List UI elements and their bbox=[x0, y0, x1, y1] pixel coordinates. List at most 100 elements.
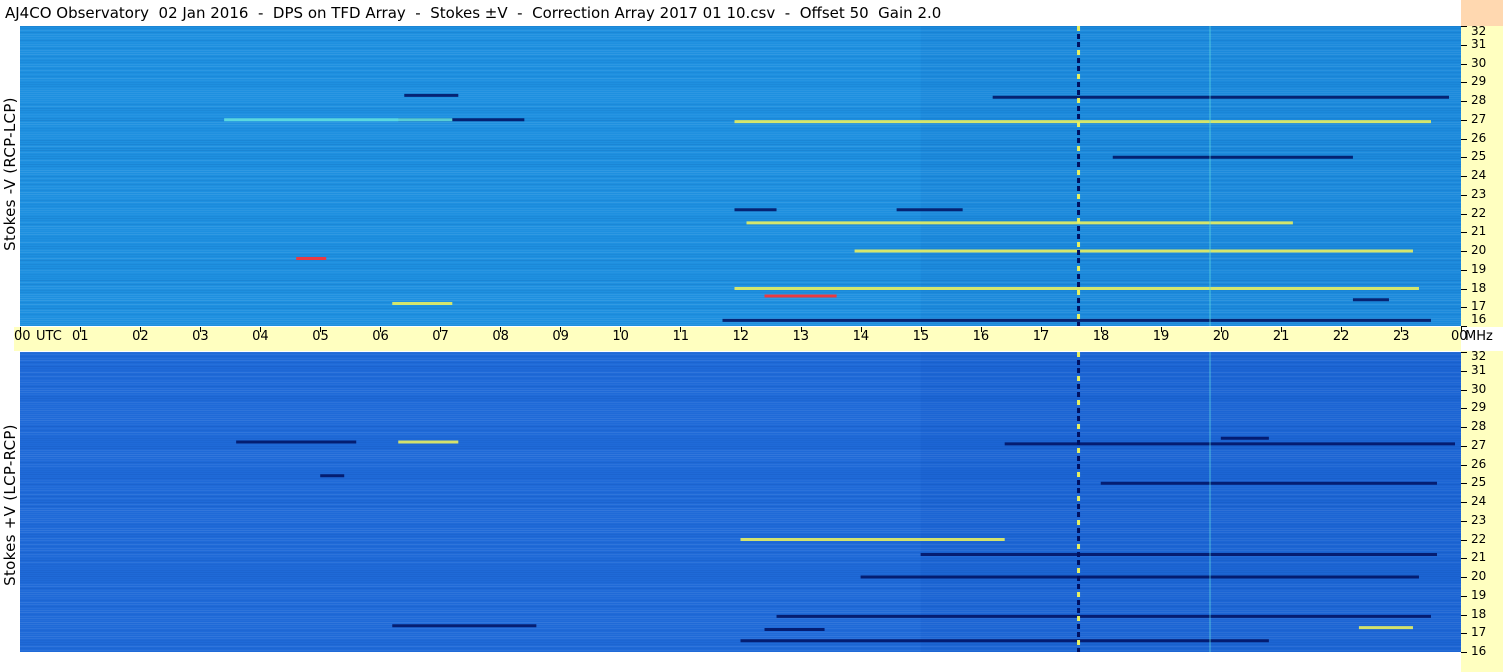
vertical-marker-dot bbox=[1077, 592, 1081, 597]
vertical-marker-dot bbox=[1077, 456, 1081, 461]
spectrogram-bottom bbox=[20, 352, 1461, 652]
streak-red bbox=[764, 294, 837, 298]
time-tick-label: 06 bbox=[372, 329, 389, 344]
vertical-marker-dot bbox=[1077, 26, 1081, 31]
frequency-tick-mark bbox=[1461, 44, 1467, 46]
vertical-marker-dot bbox=[1077, 82, 1081, 87]
frequency-tick-label: 31 bbox=[1471, 36, 1487, 51]
vertical-marker-dot bbox=[1077, 306, 1081, 311]
frequency-tick-label: 25 bbox=[1471, 149, 1487, 164]
frequency-tick-mark bbox=[1461, 101, 1467, 102]
bottom-panel-label: Stokes +V (LCP-RCP) bbox=[1, 424, 19, 586]
vertical-marker-dot bbox=[1077, 146, 1081, 151]
streak-dark bbox=[776, 614, 1431, 618]
streak-cyan bbox=[224, 118, 453, 122]
streak-dark bbox=[722, 318, 1431, 322]
streak-yellow bbox=[734, 287, 1419, 290]
vertical-marker-dot bbox=[1077, 154, 1081, 159]
streak-dark bbox=[920, 553, 1437, 556]
vertical-marker-dot bbox=[1077, 648, 1081, 652]
streak-dark bbox=[740, 639, 1269, 643]
vertical-marker-dot bbox=[1077, 368, 1081, 373]
vertical-marker-dot bbox=[1077, 170, 1081, 175]
frequency-tick-mark bbox=[1461, 520, 1467, 522]
frequency-tick-mark bbox=[1461, 408, 1467, 410]
frequency-tick-label: 18 bbox=[1471, 606, 1487, 621]
frequency-tick-label: 19 bbox=[1471, 261, 1487, 276]
time-tick-label: 12 bbox=[732, 329, 750, 344]
frequency-tick-mark bbox=[1461, 577, 1467, 578]
frequency-tick-mark bbox=[1461, 558, 1467, 560]
vertical-marker-dot bbox=[1077, 568, 1081, 573]
vertical-marker-dot bbox=[1077, 512, 1081, 517]
vertical-marker-dot bbox=[1077, 480, 1081, 485]
streak-yellow bbox=[392, 302, 453, 305]
frequency-tick-label: 25 bbox=[1471, 475, 1487, 490]
vertical-marker-dot bbox=[1077, 528, 1081, 533]
frequency-tick-mark bbox=[1461, 652, 1467, 653]
vertical-marker-dot bbox=[1077, 448, 1081, 453]
frequency-tick-mark bbox=[1461, 370, 1467, 372]
frequency-tick-mark bbox=[1461, 539, 1467, 541]
vertical-marker-dot bbox=[1077, 488, 1081, 493]
streak-dark bbox=[1220, 436, 1269, 440]
streak-yellow bbox=[740, 538, 1005, 541]
streak-dark bbox=[764, 628, 825, 631]
frequency-tick-label: 31 bbox=[1471, 362, 1487, 377]
vertical-marker-dot bbox=[1077, 552, 1081, 557]
time-tick-label: 21 bbox=[1272, 329, 1290, 344]
vertical-marker-dot bbox=[1077, 66, 1081, 71]
vertical-marker-dot bbox=[1077, 314, 1081, 319]
frequency-tick-mark bbox=[1461, 483, 1467, 485]
vertical-marker-dot bbox=[1077, 290, 1081, 295]
frequency-tick-label: 21 bbox=[1471, 550, 1487, 565]
frequency-tick-label: 32 bbox=[1471, 349, 1487, 363]
vertical-marker-dot bbox=[1077, 178, 1081, 183]
time-tick-label: 03 bbox=[192, 329, 209, 344]
frequency-tick-mark bbox=[1461, 614, 1467, 616]
frequency-tick-mark bbox=[1461, 232, 1467, 234]
frequency-tick-mark bbox=[1461, 251, 1467, 252]
time-tick-label: 09 bbox=[552, 329, 569, 344]
vertical-marker-dot bbox=[1077, 218, 1081, 223]
vertical-marker-dot bbox=[1077, 34, 1081, 39]
vertical-marker-dot bbox=[1077, 186, 1081, 191]
frequency-tick-label: 20 bbox=[1471, 243, 1487, 257]
frequency-tick-mark bbox=[1461, 595, 1467, 597]
streak-dark bbox=[734, 208, 777, 212]
frequency-tick-label: 26 bbox=[1471, 456, 1487, 471]
frequency-tick-mark bbox=[1461, 445, 1467, 447]
frequency-tick-label: 30 bbox=[1471, 381, 1487, 396]
frequency-tick-mark bbox=[1461, 352, 1467, 353]
frequency-tick-mark bbox=[1461, 502, 1467, 503]
time-tick-label: 16 bbox=[972, 329, 990, 344]
vertical-marker-dot bbox=[1077, 384, 1081, 389]
vertical-marker-dot bbox=[1077, 234, 1081, 239]
vertical-marker-dot bbox=[1077, 536, 1081, 541]
frequency-tick-label: 26 bbox=[1471, 130, 1487, 145]
vertical-marker-dot bbox=[1077, 210, 1081, 215]
vertical-marker-dot bbox=[1077, 440, 1081, 445]
vertical-marker-dot bbox=[1077, 616, 1081, 621]
time-tick-label: 19 bbox=[1152, 329, 1170, 344]
streak-yellow bbox=[1358, 626, 1413, 630]
vertical-marker-dot bbox=[1077, 352, 1081, 357]
frequency-tick-label: 28 bbox=[1471, 419, 1487, 433]
frequency-tick-label: 23 bbox=[1471, 512, 1487, 527]
streak-dark bbox=[1112, 155, 1353, 159]
time-tick-label: 17 bbox=[1032, 329, 1050, 344]
vertical-marker-dot bbox=[1077, 266, 1081, 271]
frequency-tick-label: 16 bbox=[1471, 312, 1487, 326]
streak-dark bbox=[1352, 298, 1389, 302]
frequency-tick-label: 19 bbox=[1471, 587, 1487, 602]
frequency-tick-label: 24 bbox=[1471, 168, 1487, 182]
streak-yellow bbox=[854, 249, 1413, 253]
frequency-tick-mark bbox=[1461, 464, 1467, 466]
vertical-marker-dot bbox=[1077, 608, 1081, 613]
vertical-marker-dot bbox=[1077, 424, 1081, 429]
streak-dark bbox=[1004, 442, 1455, 446]
frequency-tick-mark bbox=[1461, 633, 1467, 635]
vertical-marker-dot bbox=[1077, 432, 1081, 437]
time-axis: 00 01 02 03 04 05 06 07 08 09 10 11 12 13 14 15 16 17 18 19… bbox=[14, 327, 1493, 351]
frequency-tick-label: 20 bbox=[1471, 569, 1487, 583]
